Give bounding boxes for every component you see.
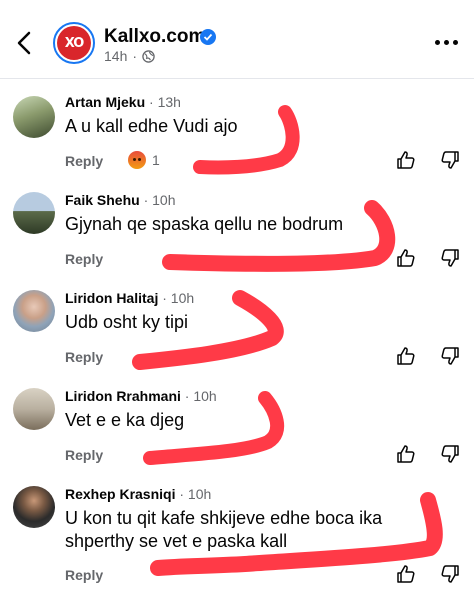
like-icon[interactable]	[396, 444, 416, 464]
page-name[interactable]: Kallxo.com	[104, 26, 205, 48]
avatar[interactable]	[13, 290, 55, 332]
dislike-icon[interactable]	[440, 248, 460, 268]
page-avatar[interactable]: XO	[53, 22, 95, 64]
reply-button[interactable]: Reply	[65, 447, 103, 463]
like-icon[interactable]	[396, 248, 416, 268]
comment-text: Gjynah qe spaska qellu ne bodrum	[65, 214, 344, 234]
dislike-icon[interactable]	[440, 564, 460, 584]
comment-text: Vet e e ka djeg	[65, 410, 185, 430]
back-arrow-icon[interactable]	[14, 30, 36, 56]
author-name[interactable]: Rexhep Krasniqi	[65, 486, 175, 502]
comment-text: U kon tu qit kafe shkijeve edhe boca ika…	[65, 508, 383, 551]
page-logo: XO	[57, 26, 91, 60]
comment-time: · 10h	[184, 388, 217, 404]
reply-button[interactable]: Reply	[65, 251, 103, 267]
reaction-count: 1	[152, 152, 160, 168]
like-icon[interactable]	[396, 346, 416, 366]
avatar[interactable]	[13, 486, 55, 528]
comment-text: Udb osht ky tipi	[65, 312, 189, 332]
reply-button[interactable]: Reply	[65, 349, 103, 365]
globe-icon	[142, 49, 155, 63]
like-icon[interactable]	[396, 150, 416, 170]
comment-time: · 10h	[143, 192, 176, 208]
post-meta: 14h ·	[104, 48, 155, 64]
author-name[interactable]: Liridon Halitaj	[65, 290, 158, 306]
post-header: XO Kallxo.com 14h ·	[0, 0, 474, 79]
like-icon[interactable]	[396, 564, 416, 584]
author-name[interactable]: Liridon Rrahmani	[65, 388, 181, 404]
comment-author[interactable]: Faik Shehu · 10h	[65, 192, 176, 208]
verified-badge-icon	[200, 29, 216, 45]
reply-button[interactable]: Reply	[65, 153, 103, 169]
avatar[interactable]	[13, 192, 55, 234]
dislike-icon[interactable]	[440, 346, 460, 366]
comment-author[interactable]: Rexhep Krasniqi · 10h	[65, 486, 211, 502]
dislike-icon[interactable]	[440, 150, 460, 170]
more-options-icon[interactable]	[435, 40, 458, 45]
comment-time: · 10h	[162, 290, 195, 306]
comment-author[interactable]: Liridon Rrahmani · 10h	[65, 388, 217, 404]
dislike-icon[interactable]	[440, 444, 460, 464]
angry-reaction-icon	[128, 151, 146, 169]
author-name[interactable]: Artan Mjeku	[65, 94, 145, 110]
comment-time: · 10h	[179, 486, 212, 502]
comment-author[interactable]: Liridon Halitaj · 10h	[65, 290, 194, 306]
author-name[interactable]: Faik Shehu	[65, 192, 140, 208]
comment-time: · 13h	[149, 94, 181, 110]
post-time: 14h	[104, 48, 128, 64]
comment-author[interactable]: Artan Mjeku · 13h	[65, 94, 181, 110]
avatar[interactable]	[13, 388, 55, 430]
meta-separator: ·	[132, 48, 138, 64]
comment-text: A u kall edhe Vudi ajo	[65, 116, 238, 136]
reaction-summary[interactable]: 1	[128, 151, 160, 169]
reply-button[interactable]: Reply	[65, 567, 103, 583]
avatar[interactable]	[13, 96, 55, 138]
